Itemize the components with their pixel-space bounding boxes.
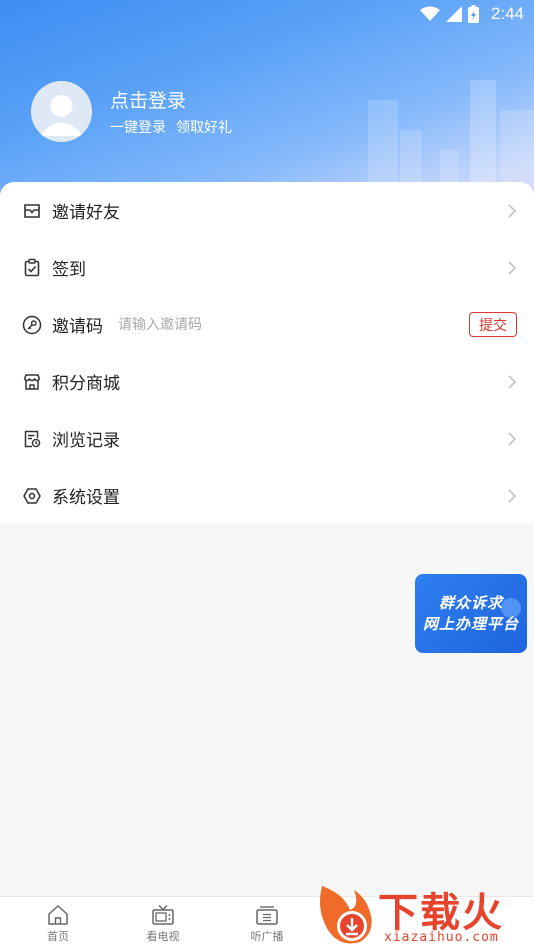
- tv-icon: [152, 905, 174, 925]
- tab-label: 首页: [47, 930, 69, 943]
- gift-text: 领取好礼: [176, 120, 232, 136]
- menu-list: 邀请好友 签到 邀请码 提交 积分商城: [0, 182, 534, 523]
- submit-invite-code-button[interactable]: 提交: [469, 312, 517, 337]
- chevron-right-icon: [508, 374, 517, 389]
- battery-icon: [467, 5, 479, 23]
- radio-icon: [256, 906, 278, 925]
- banner-line-2: 网上办理平台: [422, 614, 519, 633]
- menu-item-label: 签到: [52, 260, 86, 280]
- wifi-icon: [419, 6, 440, 21]
- flame-logo-icon: [320, 886, 372, 944]
- public-appeal-banner[interactable]: 群众诉求 网上办理平台: [415, 574, 527, 653]
- signal-icon: [445, 6, 462, 22]
- key-icon: [22, 315, 42, 334]
- profile-header: 2:44 点击登录 一键登录 领取好礼: [0, 0, 534, 210]
- history-icon: [24, 430, 41, 447]
- status-time: 2:44: [490, 4, 524, 23]
- quick-login-text: 一键登录: [110, 120, 166, 136]
- envelope-icon: [24, 203, 40, 218]
- status-bar: 2:44: [0, 0, 534, 28]
- menu-item-points-mall[interactable]: 积分商城: [0, 353, 534, 410]
- tab-watch-tv[interactable]: 看电视: [118, 897, 208, 950]
- menu-item-invite-code: 邀请码 提交: [0, 296, 534, 353]
- tab-home[interactable]: 首页: [13, 897, 103, 950]
- menu-item-label: 邀请码: [52, 317, 103, 337]
- settings-hexagon-icon: [23, 487, 41, 504]
- menu-item-label: 系统设置: [52, 488, 120, 508]
- login-subtitle: 一键登录 领取好礼: [110, 117, 232, 137]
- invite-code-input[interactable]: [118, 316, 438, 333]
- menu-item-sign-in[interactable]: 签到: [0, 239, 534, 296]
- chevron-right-icon: [508, 203, 517, 218]
- avatar[interactable]: [31, 81, 92, 142]
- tab-listen-radio[interactable]: 听广播: [222, 897, 312, 950]
- store-icon: [23, 373, 41, 390]
- user-avatar-icon: [31, 81, 92, 142]
- xiazaihuo-watermark: 下载火 xiazaihuo.com: [314, 880, 534, 950]
- menu-item-label: 浏览记录: [52, 431, 120, 451]
- chevron-right-icon: [508, 260, 517, 275]
- login-prompt[interactable]: 点击登录: [110, 86, 186, 113]
- tab-label: 看电视: [146, 930, 180, 943]
- clipboard-check-icon: [24, 258, 40, 276]
- banner-line-1: 群众诉求: [438, 593, 503, 612]
- menu-item-system-settings[interactable]: 系统设置: [0, 467, 534, 524]
- watermark-url: xiazaihuo.com: [384, 930, 499, 945]
- menu-item-label: 积分商城: [52, 374, 120, 394]
- chevron-right-icon: [508, 488, 517, 503]
- menu-item-label: 邀请好友: [52, 203, 120, 223]
- tab-label: 听广播: [250, 930, 284, 943]
- chevron-right-icon: [508, 431, 517, 446]
- menu-item-browse-history[interactable]: 浏览记录: [0, 410, 534, 467]
- menu-item-invite-friends[interactable]: 邀请好友: [0, 182, 534, 239]
- home-icon: [48, 905, 68, 925]
